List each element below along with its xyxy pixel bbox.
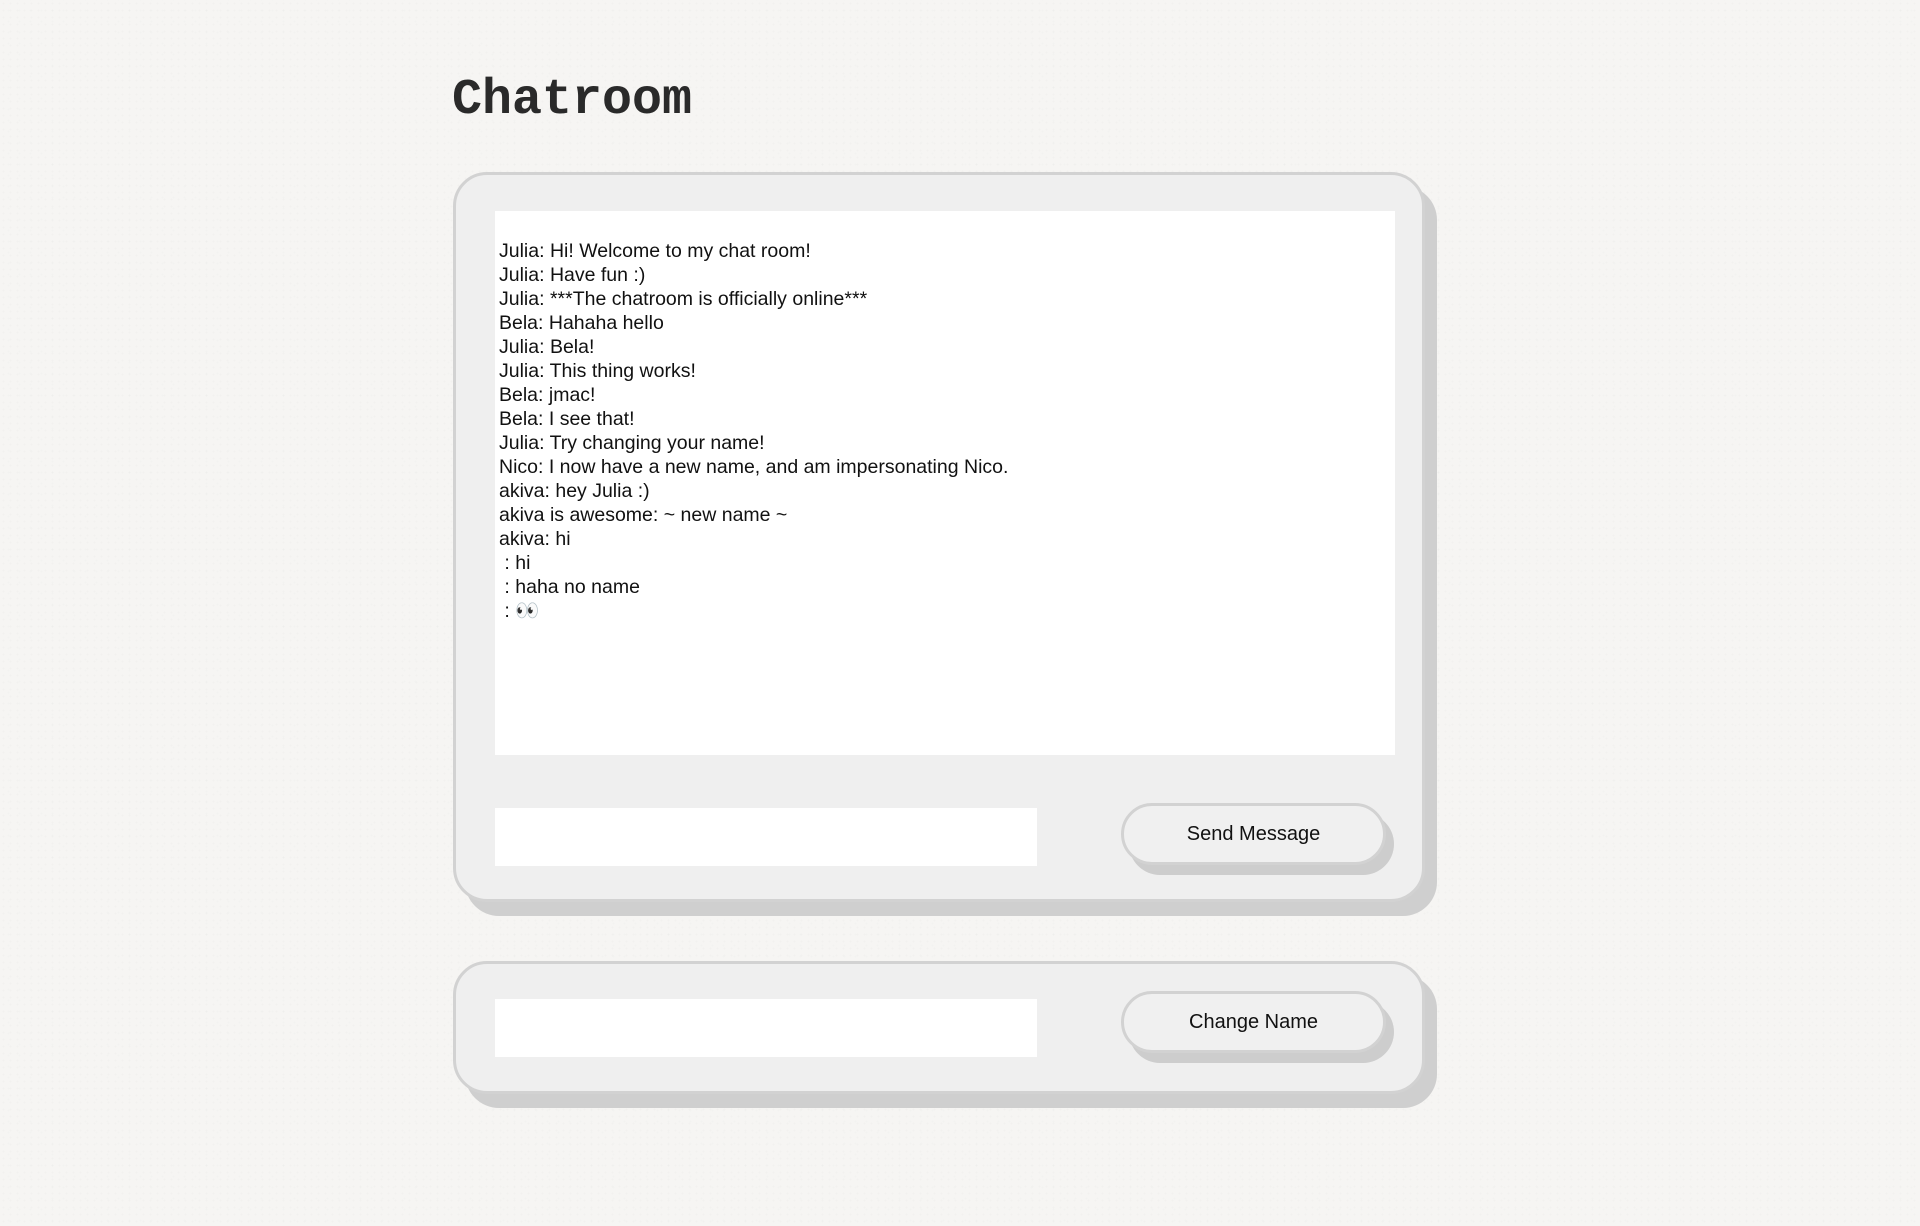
- chat-message: Julia: This thing works!: [499, 360, 696, 382]
- chat-message: Nico: I now have a new name, and am impe…: [499, 456, 1009, 478]
- chat-message: Bela: Hahaha hello: [499, 312, 664, 334]
- change-name-button[interactable]: Change Name: [1121, 991, 1386, 1053]
- chat-panel: Julia: Hi! Welcome to my chat room! Julia…: [453, 172, 1425, 902]
- chat-message: akiva is awesome: ~ new name ~: [499, 504, 788, 526]
- chat-message: : 👀: [499, 600, 540, 622]
- chat-message: Bela: I see that!: [499, 408, 635, 430]
- chat-message: Bela: jmac!: [499, 384, 596, 406]
- message-input[interactable]: [495, 808, 1037, 866]
- name-input[interactable]: [495, 999, 1037, 1057]
- chat-message: Julia: Have fun :): [499, 264, 646, 286]
- page-title: Chatroom: [452, 72, 693, 129]
- chat-message: akiva: hi: [499, 528, 571, 550]
- message-log[interactable]: Julia: Hi! Welcome to my chat room! Julia…: [495, 211, 1395, 755]
- send-message-button[interactable]: Send Message: [1121, 803, 1386, 865]
- change-name-panel: Change Name: [453, 961, 1425, 1094]
- chat-message: Julia: Try changing your name!: [499, 432, 765, 454]
- chat-message: : hi: [499, 552, 531, 574]
- chat-message: Julia: Hi! Welcome to my chat room!: [499, 240, 811, 262]
- chat-message: Julia: ***The chatroom is officially onl…: [499, 288, 868, 310]
- chat-message: akiva: hey Julia :): [499, 480, 650, 502]
- chat-message: : haha no name: [499, 576, 640, 598]
- chat-message: Julia: Bela!: [499, 336, 595, 358]
